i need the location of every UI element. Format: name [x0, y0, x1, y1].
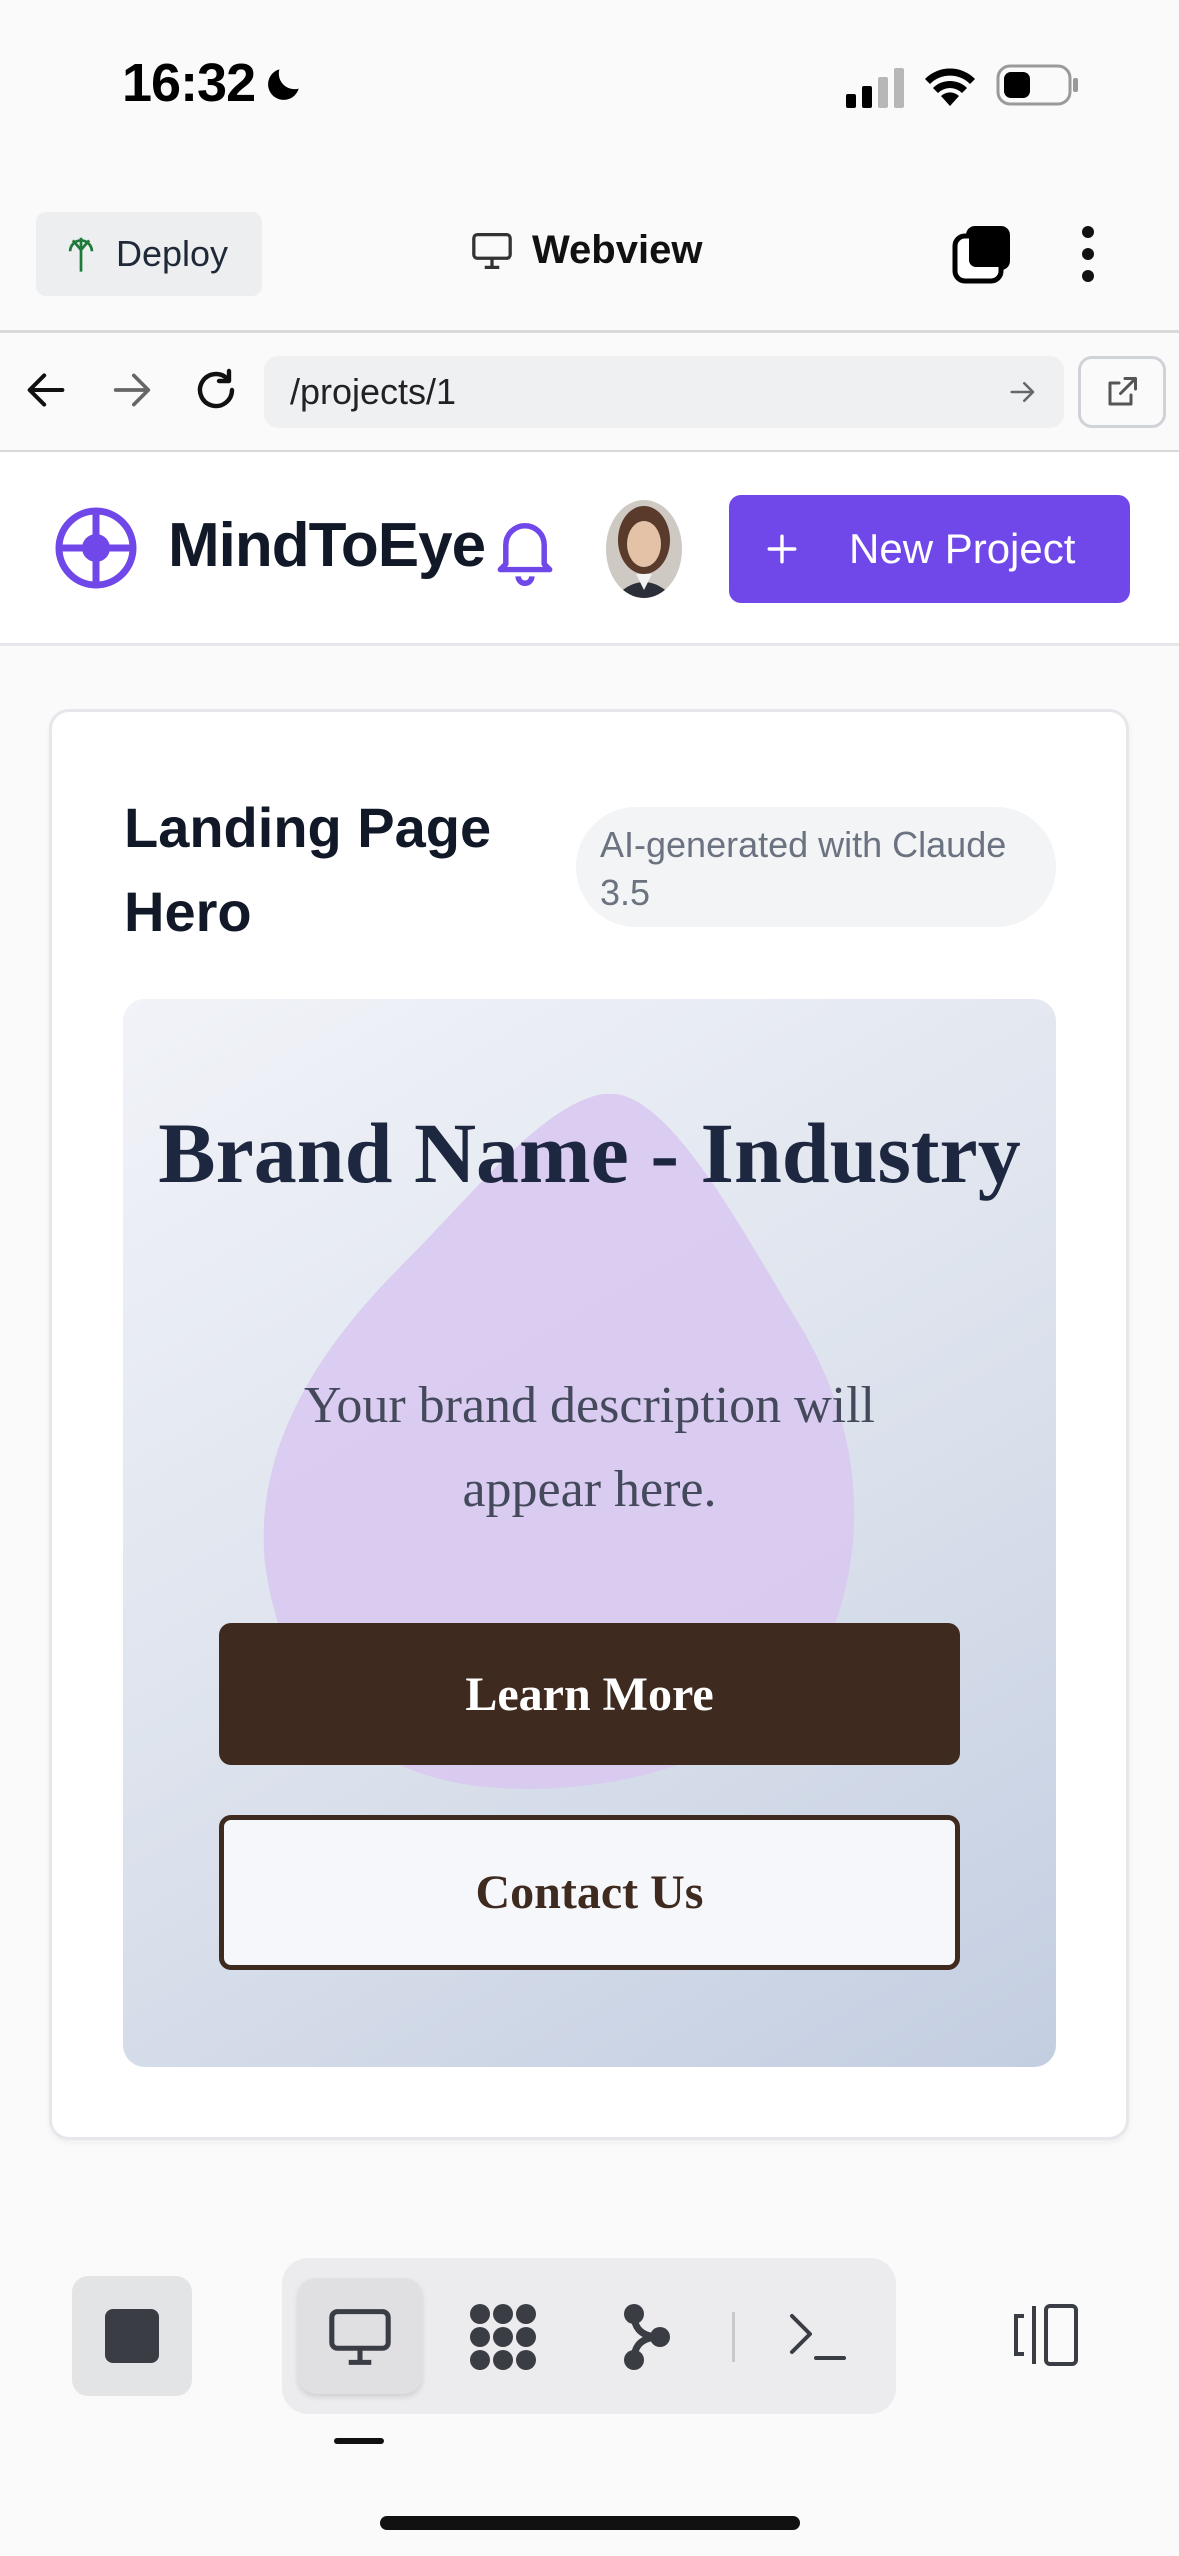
- back-arrow-icon[interactable]: [24, 370, 68, 410]
- webview-label: Webview: [532, 228, 703, 272]
- wifi-icon: [925, 68, 975, 106]
- terminal-icon[interactable]: [788, 2310, 848, 2364]
- deploy-button[interactable]: Deploy: [36, 212, 262, 296]
- active-tab-indicator: [334, 2438, 384, 2444]
- panel-icon[interactable]: [1010, 2302, 1082, 2368]
- plus-icon: [767, 534, 797, 564]
- logo-icon: [55, 507, 137, 589]
- external-link-icon: [1108, 377, 1137, 406]
- battery-icon: [996, 64, 1078, 106]
- reload-icon[interactable]: [192, 366, 240, 414]
- open-external-button[interactable]: [1078, 356, 1166, 428]
- tool-divider: [732, 2312, 735, 2362]
- ai-generated-badge: AI-generated with Claude 3.5: [576, 807, 1056, 927]
- url-input[interactable]: /projects/1: [264, 356, 1064, 428]
- tabs-icon[interactable]: [952, 224, 1014, 284]
- learn-more-button[interactable]: Learn More: [219, 1623, 960, 1765]
- hero-preview: Brand Name - Industry Your brand descrip…: [123, 999, 1056, 2067]
- go-arrow-icon[interactable]: [1008, 378, 1038, 406]
- more-options-icon[interactable]: [1076, 224, 1100, 284]
- hero-description: Your brand description will appear here.: [303, 1377, 875, 1518]
- contact-us-button[interactable]: Contact Us: [219, 1815, 960, 1970]
- project-title: Landing Page Hero: [124, 796, 492, 943]
- new-project-button[interactable]: New Project: [729, 495, 1130, 603]
- divider: [0, 330, 1179, 333]
- deploy-label: Deploy: [116, 233, 229, 274]
- bell-icon[interactable]: [492, 512, 558, 586]
- monitor-icon: [472, 232, 512, 269]
- desktop-icon[interactable]: [326, 2306, 394, 2368]
- avatar-portrait: [606, 500, 682, 598]
- status-time: 16:32: [122, 53, 256, 113]
- app-name: MindToEye: [168, 511, 486, 580]
- new-project-label: New Project: [849, 525, 1076, 572]
- moon-icon: [268, 69, 299, 100]
- avatar[interactable]: [606, 500, 682, 598]
- home-indicator[interactable]: [380, 2516, 800, 2530]
- stop-button[interactable]: [72, 2276, 192, 2396]
- forward-arrow-icon[interactable]: [110, 370, 154, 410]
- hero-title: Brand Name - Industry: [158, 1105, 1021, 1201]
- webview-tab-title[interactable]: Webview: [470, 228, 702, 273]
- workflow-icon[interactable]: [466, 2300, 540, 2374]
- stop-icon: [105, 2309, 159, 2363]
- git-icon[interactable]: [620, 2302, 674, 2372]
- deploy-icon: [68, 237, 94, 272]
- cellular-signal-icon: [846, 68, 904, 108]
